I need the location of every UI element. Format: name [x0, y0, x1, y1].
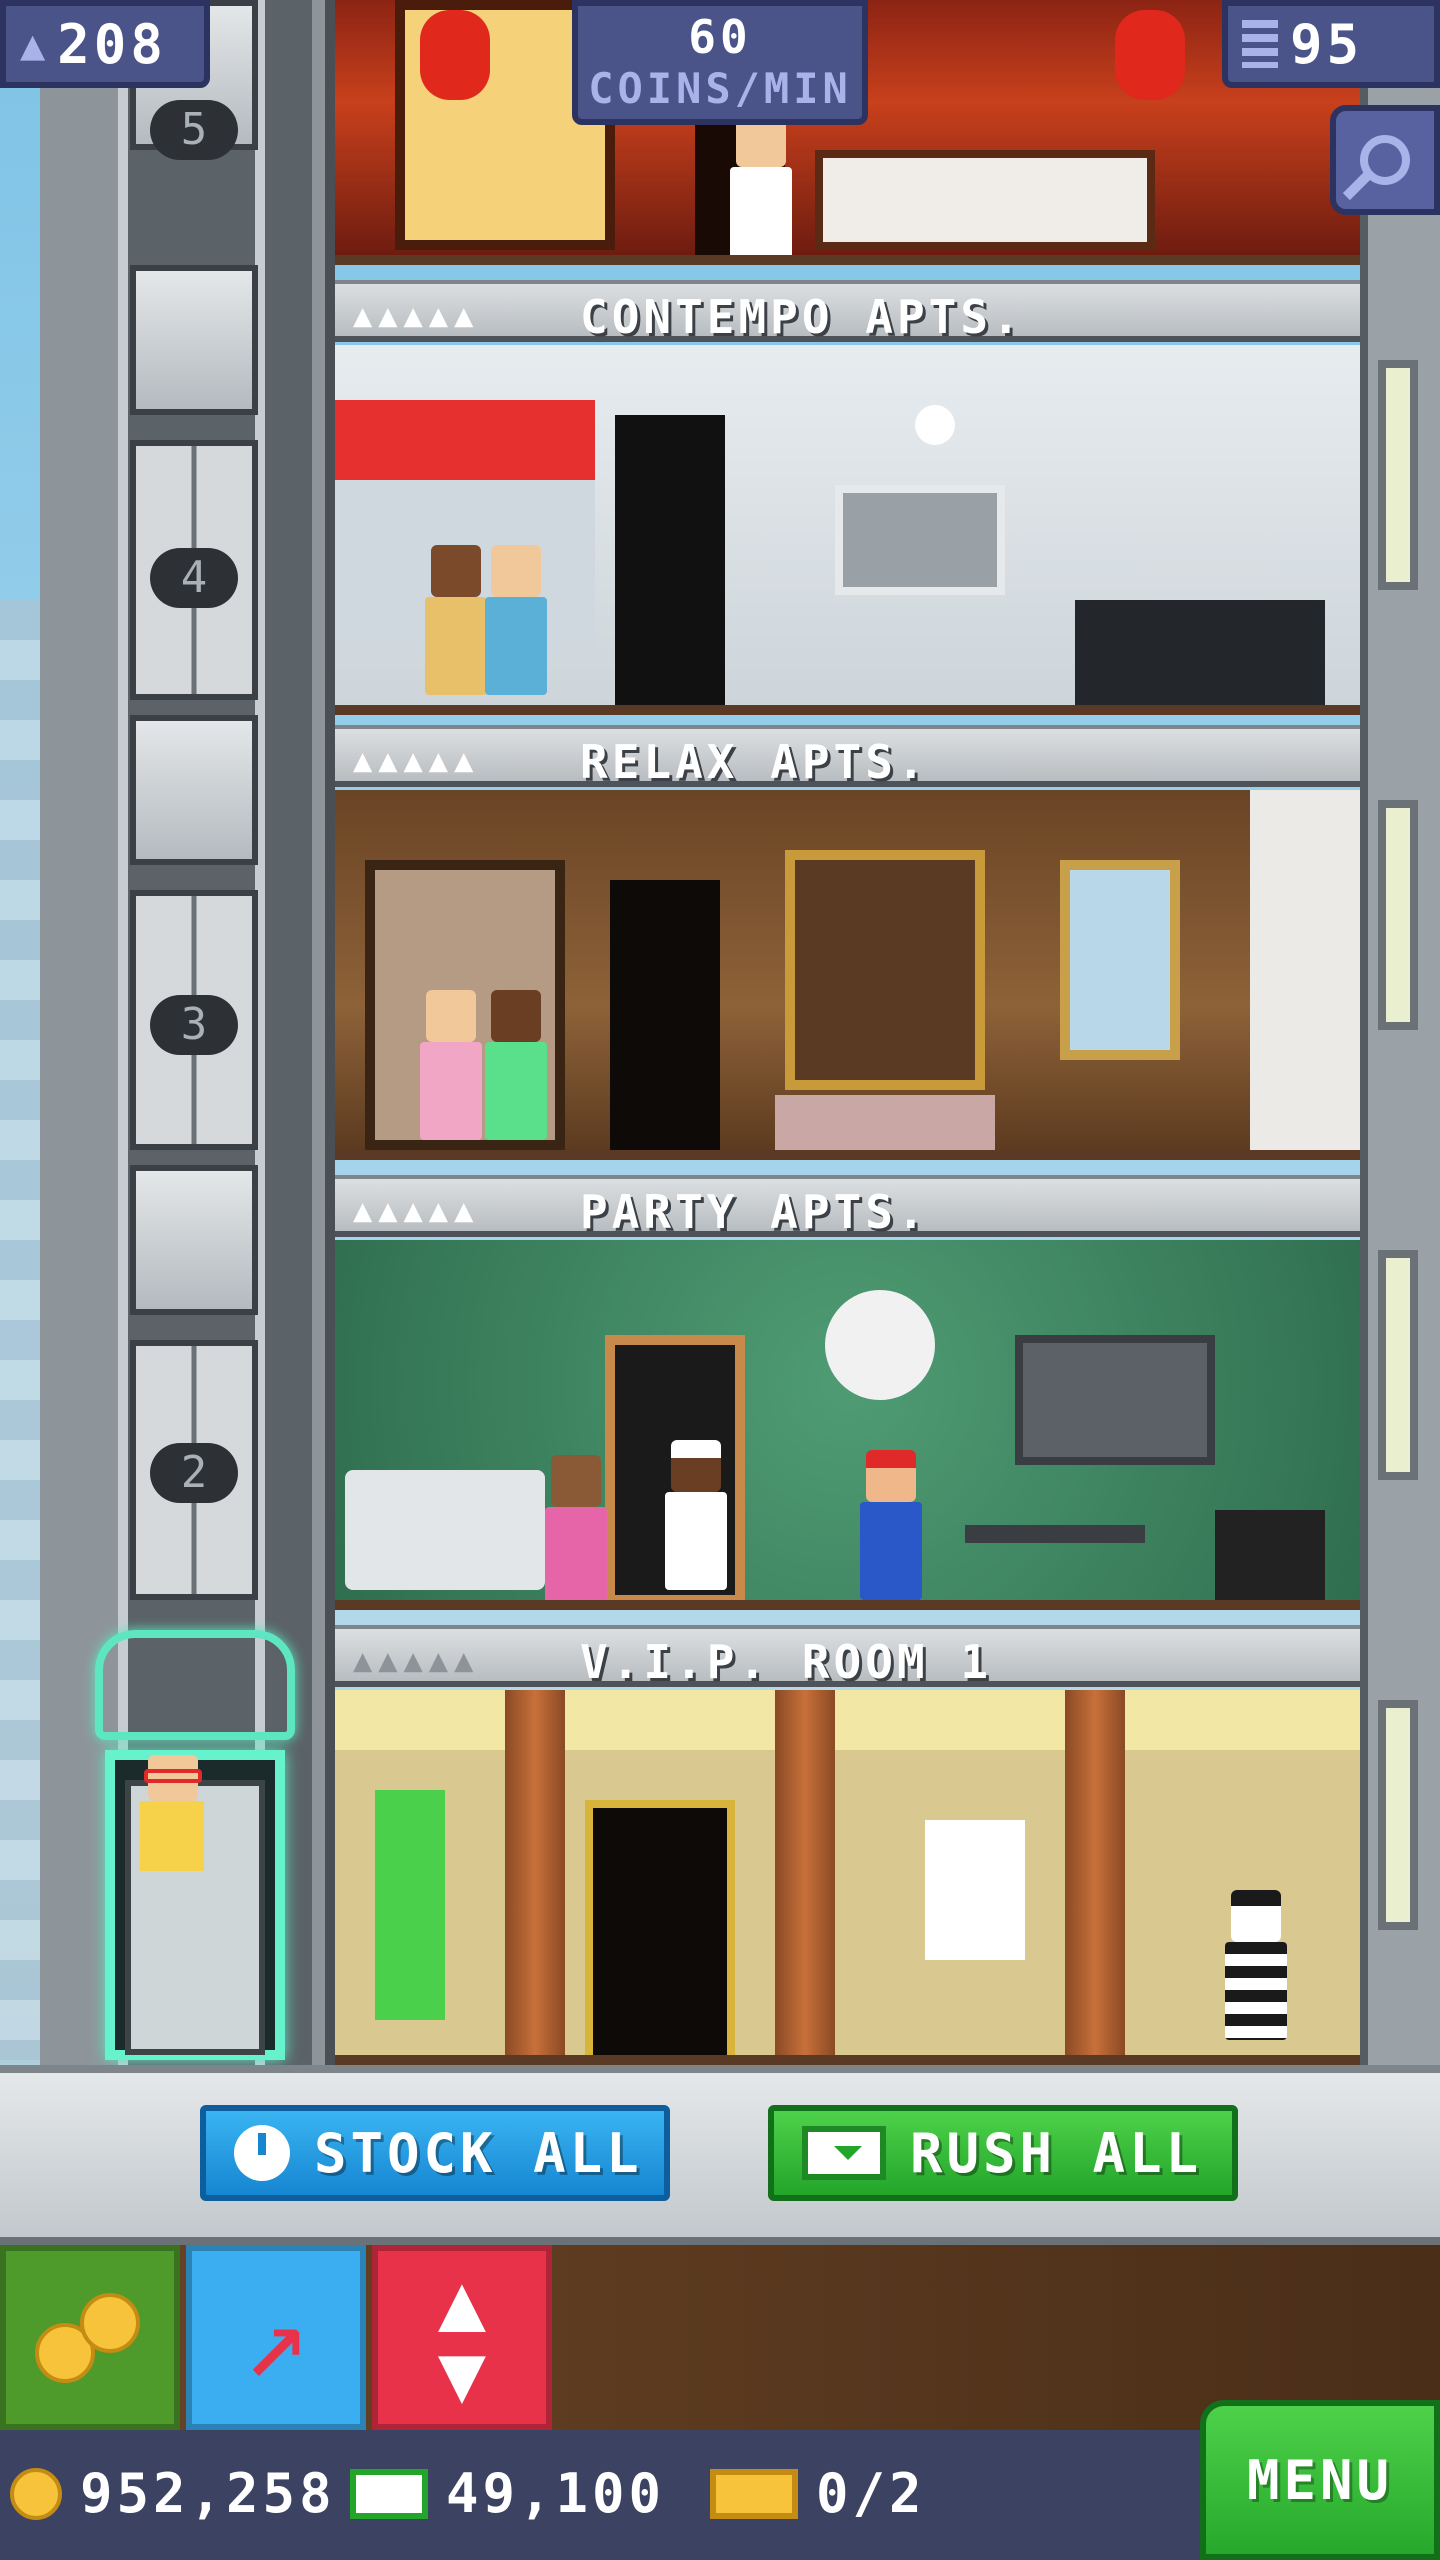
window	[1378, 800, 1418, 1030]
floor-level-pips: ▲▲▲▲▲	[353, 1191, 480, 1229]
resident	[420, 990, 482, 1140]
tickets-balance: 0/2	[710, 2462, 926, 2525]
elevator-rider	[140, 1755, 204, 1875]
floor-banner-party[interactable]: ▲▲▲▲▲ PARTY APTS.	[335, 1175, 1360, 1239]
room-relax-apts[interactable]	[335, 790, 1360, 1160]
coin-icon	[10, 2467, 62, 2520]
column	[505, 1690, 565, 2055]
updown-arrows-icon: ▲ ▼	[437, 2254, 487, 2420]
elevator-door-cap	[130, 1165, 258, 1315]
curtain	[1250, 790, 1360, 1150]
resident	[485, 990, 547, 1140]
city-background	[0, 600, 40, 2060]
resident-mime	[1225, 1890, 1287, 2040]
magnifier-icon	[1360, 135, 1410, 185]
rush-all-button[interactable]: RUSH ALL	[768, 2105, 1238, 2201]
floor-level-pips: ▲▲▲▲▲	[353, 1641, 480, 1679]
floor-number-4: 4	[150, 548, 238, 608]
elevator-door-cap	[130, 265, 258, 415]
window	[1378, 1250, 1418, 1480]
clock-icon	[234, 2125, 290, 2181]
bed	[815, 150, 1155, 250]
search-button[interactable]	[1330, 105, 1440, 215]
disco-ball-icon	[825, 1290, 935, 1400]
coins-tool-button[interactable]	[0, 2245, 180, 2430]
floor-title: RELAX APTS.	[580, 735, 929, 789]
doorway	[585, 1800, 735, 2055]
horse-statue	[925, 1820, 1025, 1960]
resident	[485, 545, 547, 695]
doorway	[615, 415, 725, 705]
cash-icon	[802, 2126, 886, 2180]
lamp-icon	[915, 405, 955, 445]
menu-button[interactable]: MENU	[1200, 2400, 1440, 2560]
resident-plumber	[860, 1450, 922, 1600]
floor-banner-vip[interactable]: ▲▲▲▲▲ V.I.P. ROOM 1	[335, 1625, 1360, 1689]
bed	[775, 1095, 995, 1150]
speaker	[1215, 1510, 1325, 1600]
wall-panel	[785, 850, 985, 1090]
lantern-icon	[1115, 10, 1185, 100]
doorway	[610, 880, 720, 1150]
floor-level-pips: ▲▲▲▲▲	[353, 741, 480, 779]
jade-vase	[375, 1790, 445, 2020]
game-view: 5 4 3 2 ▲▲▲▲▲ CONTEMPO APTS. ▲▲▲▲▲ RELAX…	[0, 0, 1440, 2560]
floor-number-5: 5	[150, 100, 238, 160]
resident	[425, 545, 487, 695]
room-vip-room-1[interactable]	[335, 1690, 1360, 2065]
window	[1378, 360, 1418, 590]
coin-rate-display: 60 COINS/MIN	[572, 0, 868, 125]
column	[1065, 1690, 1125, 2055]
coins-balance: 952,258	[10, 2462, 336, 2525]
arrow-icon: ↗	[242, 2273, 310, 2402]
building-icon	[1242, 20, 1278, 68]
floor-title: CONTEMPO APTS.	[580, 290, 1024, 344]
floor-number-2: 2	[150, 1443, 238, 1503]
elevator-ornament	[95, 1630, 295, 1740]
snack-table	[965, 1525, 1145, 1543]
floor-counter[interactable]: 95	[1222, 0, 1440, 88]
wall-painting	[835, 485, 1005, 595]
resident-chef	[665, 1440, 727, 1590]
elevator-tool-button[interactable]: ▲ ▼	[372, 2245, 552, 2430]
window-panel	[1060, 860, 1180, 1060]
stock-all-button[interactable]: STOCK ALL	[200, 2105, 670, 2201]
floor-title: PARTY APTS.	[580, 1185, 929, 1239]
window	[1378, 1700, 1418, 1930]
floor-banner-contempo[interactable]: ▲▲▲▲▲ CONTEMPO APTS.	[335, 280, 1360, 344]
room-contempo-apts[interactable]	[335, 345, 1360, 715]
floor-level-pips: ▲▲▲▲▲	[353, 296, 480, 334]
floor-number-3: 3	[150, 995, 238, 1055]
bux-icon	[350, 2468, 428, 2519]
elevator-car[interactable]	[95, 1630, 295, 2065]
resident	[545, 1455, 607, 1600]
bux-balance: 49,100	[350, 2462, 665, 2525]
move-tool-button[interactable]: ↗	[186, 2245, 366, 2430]
person-icon: ▲	[20, 19, 46, 69]
lantern-icon	[420, 10, 490, 100]
room-party-apts[interactable]	[335, 1240, 1360, 1610]
sofa	[345, 1470, 545, 1590]
floor-banner-relax[interactable]: ▲▲▲▲▲ RELAX APTS.	[335, 725, 1360, 789]
bed	[1075, 600, 1325, 705]
population-counter[interactable]: ▲ 208	[0, 0, 210, 88]
elevator-door-cap	[130, 715, 258, 865]
column	[775, 1690, 835, 2055]
coins-icon	[35, 2283, 145, 2393]
ticket-icon	[710, 2468, 798, 2519]
tv	[1015, 1335, 1215, 1465]
resident-chef	[730, 115, 792, 255]
floor-title: V.I.P. ROOM 1	[580, 1635, 993, 1689]
